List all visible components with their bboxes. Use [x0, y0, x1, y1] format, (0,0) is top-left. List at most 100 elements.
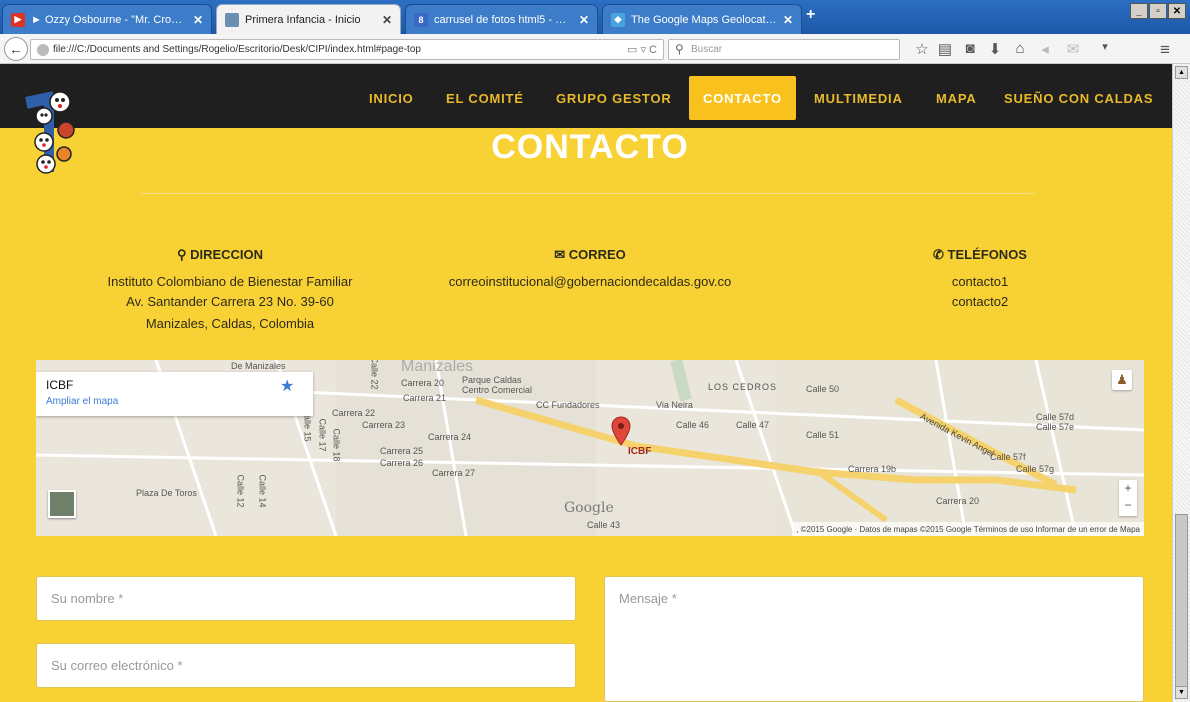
map-label: Carrera 19b [848, 464, 897, 474]
enlarge-map-link[interactable]: Ampliar el mapa [46, 396, 118, 407]
map-label: Carrera 21 [403, 393, 447, 403]
map-label: Carrera 25 [380, 446, 424, 456]
nav-multimedia[interactable]: MULTIMEDIA [800, 76, 917, 120]
map-label: Carrera 23 [362, 420, 406, 430]
name-field[interactable]: Su nombre * [36, 576, 576, 621]
page-icon [225, 12, 239, 27]
map-label: Calle 57d [1036, 412, 1075, 422]
pocket-icon[interactable]: ◙ [960, 40, 980, 57]
map-label: CC Fundadores [536, 400, 600, 410]
share-icon[interactable]: ◂ [1035, 40, 1055, 58]
scroll-thumb[interactable] [1175, 514, 1188, 694]
nav-contacto[interactable]: CONTACTO [689, 76, 796, 120]
map-label: Calle 12 [235, 474, 246, 508]
nav-mapa[interactable]: MAPA [922, 76, 991, 120]
map-label: Via Neira [656, 400, 693, 410]
embedded-map[interactable]: De Manizales Manizales Carrera 20 Parque… [36, 360, 1144, 536]
address-bar[interactable]: file:///C:/Documents and Settings/Rogeli… [30, 39, 664, 60]
close-icon[interactable]: ✕ [579, 13, 589, 27]
location-pin-icon: ⚲ [176, 247, 187, 262]
map-label: Calle 50 [806, 384, 840, 394]
nav-inicio[interactable]: INICIO [355, 76, 428, 120]
map-label: Calle 51 [806, 430, 840, 440]
place-info-card: ICBF Ampliar el mapa ★ [36, 372, 313, 416]
name-placeholder: Su nombre * [51, 591, 124, 606]
new-tab-button[interactable]: + [806, 6, 815, 24]
developers-icon: ◆ [611, 12, 625, 27]
map-label: Carrera 24 [428, 432, 472, 442]
hello-icon[interactable]: ✉ [1063, 40, 1083, 58]
scroll-up-icon[interactable]: ▲ [1175, 66, 1188, 79]
bookmarks-list-icon[interactable]: ▤ [935, 40, 955, 58]
address-line: Instituto Colombiano de Bienestar Famili… [107, 274, 353, 289]
globe-icon [37, 44, 49, 56]
menu-icon[interactable]: ≡ [1155, 40, 1175, 60]
title-divider [140, 193, 1035, 194]
satellite-toggle[interactable] [48, 490, 76, 518]
tab-primera-infancia[interactable]: Primera Infancia - Inicio ✕ [216, 4, 401, 34]
email-field[interactable]: Su correo electrónico * [36, 643, 576, 688]
correo-heading: ✉ CORREO [510, 247, 670, 263]
zoom-out-icon[interactable]: − [1119, 497, 1137, 514]
envelope-icon: ✉ [554, 247, 566, 262]
scroll-down-icon[interactable]: ▼ [1175, 686, 1188, 699]
map-attribution[interactable]: , ©2015 Google · Datos de mapas ©2015 Go… [792, 522, 1144, 536]
reader-reload-icon[interactable]: ▭ ▿ C [627, 43, 657, 56]
close-icon[interactable]: ✕ [382, 13, 392, 27]
map-label: Carrera 22 [332, 408, 376, 418]
map-marker-icon[interactable] [610, 416, 632, 446]
nav-el-comite[interactable]: EL COMITÉ [432, 76, 538, 120]
direccion-heading-text: DIRECCION [190, 247, 264, 262]
google-icon: 8 [414, 12, 428, 27]
youtube-icon: ▶ [11, 12, 25, 27]
save-star-icon[interactable]: ★ [280, 376, 294, 396]
nav-sueno-con-caldas[interactable]: SUEÑO CON CALDAS [990, 76, 1167, 120]
tab-label: carrusel de fotos html5 - Busca... [434, 13, 573, 26]
back-button[interactable]: ← [4, 37, 28, 61]
zoom-control: + − [1119, 480, 1137, 516]
tab-carrusel[interactable]: 8 carrusel de fotos html5 - Busca... ✕ [405, 4, 598, 34]
map-label: Parque Caldas [462, 375, 522, 385]
map-label: Calle 18 [331, 428, 342, 462]
page-title: CONTACTO [491, 128, 689, 166]
message-field[interactable]: Mensaje * [604, 576, 1144, 702]
phone-icon: ✆ [933, 247, 944, 262]
google-logo: Google [564, 500, 614, 516]
map-label: Calle 14 [257, 474, 268, 508]
map-label: Calle 57f [990, 452, 1026, 462]
tab-google-maps-geolocation[interactable]: ◆ The Google Maps Geolocation... ✕ [602, 4, 802, 34]
map-label: Carrera 27 [432, 468, 476, 478]
message-placeholder: Mensaje * [619, 591, 677, 606]
address-line: Av. Santander Carrera 23 No. 39-60 [126, 294, 334, 309]
tab-ozzy[interactable]: ▶ ► Ozzy Osbourne - "Mr. Crowl... ✕ [2, 4, 212, 34]
direccion-heading: ⚲ DIRECCION [140, 247, 300, 263]
browser-tab-strip: ▶ ► Ozzy Osbourne - "Mr. Crowl... ✕ Prim… [0, 0, 1190, 34]
minimize-window-button[interactable]: _ [1130, 3, 1148, 19]
search-input[interactable]: ⚲ Buscar [668, 39, 900, 60]
close-icon[interactable]: ✕ [783, 13, 793, 27]
address-line: Manizales, Caldas, Colombia [145, 316, 315, 331]
map-label: Carrera 26 [380, 458, 424, 468]
email-placeholder: Su correo electrónico * [51, 658, 183, 673]
map-label: De Manizales [231, 361, 286, 371]
close-window-button[interactable]: ✕ [1168, 3, 1186, 19]
download-icon[interactable]: ⬇ [985, 40, 1005, 58]
url-text: file:///C:/Documents and Settings/Rogeli… [53, 44, 421, 55]
maximize-window-button[interactable]: ▫ [1149, 3, 1167, 19]
street-view-pegman-icon[interactable]: ♟ [1112, 370, 1132, 390]
home-icon[interactable]: ⌂ [1010, 40, 1030, 57]
map-label: Calle 22 [369, 360, 380, 390]
map-label: Centro Comercial [462, 385, 533, 395]
browser-toolbar: ← file:///C:/Documents and Settings/Roge… [0, 34, 1190, 64]
dropdown-icon[interactable]: ▾ [1095, 40, 1115, 53]
nav-grupo-gestor[interactable]: GRUPO GESTOR [542, 76, 686, 120]
map-label: Calle 17 [317, 418, 328, 452]
close-icon[interactable]: ✕ [193, 13, 203, 27]
zoom-in-icon[interactable]: + [1119, 480, 1137, 497]
correo-heading-text: CORREO [568, 247, 626, 262]
search-placeholder: Buscar [691, 44, 723, 55]
bookmark-star-icon[interactable]: ☆ [912, 40, 932, 58]
email-address[interactable]: correoinstitucional@gobernaciondecaldas.… [410, 272, 770, 292]
phone-contact: contacto1 [951, 274, 1009, 289]
tab-label: Primera Infancia - Inicio [245, 13, 361, 26]
